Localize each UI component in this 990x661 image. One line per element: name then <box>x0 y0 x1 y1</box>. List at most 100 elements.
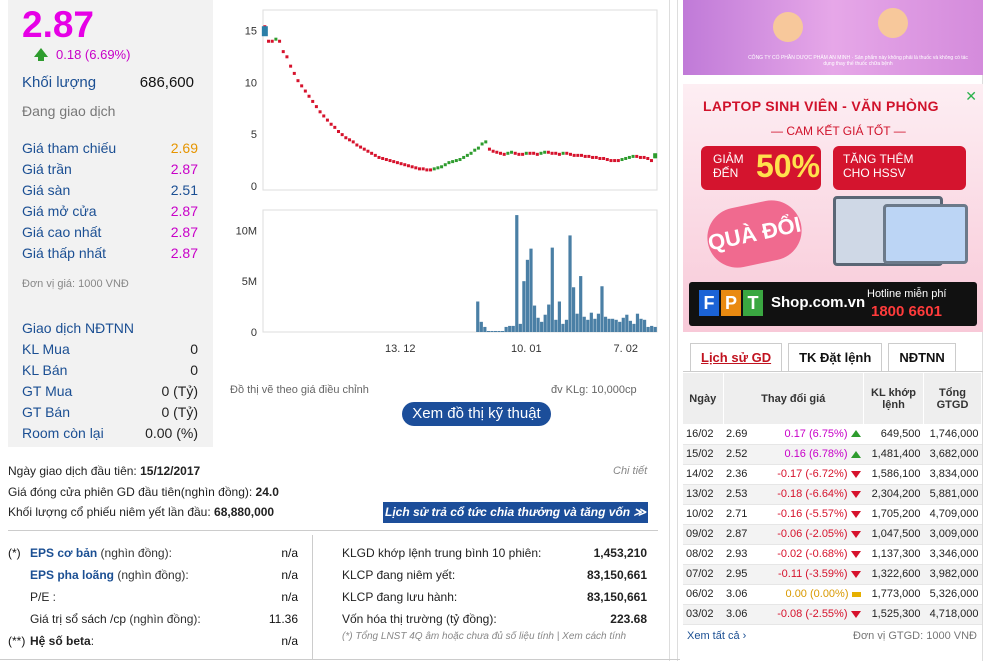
price-mark <box>631 154 635 158</box>
tab-order-stats[interactable]: TK Đặt lệnh <box>788 343 883 371</box>
history-volume: 1,322,600 <box>863 564 924 585</box>
history-price: 2.52 <box>723 444 764 465</box>
technical-chart-button[interactable]: Xem đồ thị kỹ thuật <box>402 402 551 426</box>
price-mark <box>609 159 613 163</box>
ad-banner-pharma[interactable]: CÔNG TY CỔ PHẦN DƯỢC PHẨM AN MINH · Sản … <box>683 0 983 75</box>
price-mark <box>616 159 620 163</box>
volume-bar <box>557 301 561 332</box>
ad-banner-fptshop[interactable]: ✕ LAPTOP SINH VIÊN - VĂN PHÒNG — CAM KẾT… <box>683 84 983 332</box>
volume-bar <box>511 325 515 332</box>
price-mark <box>554 151 558 155</box>
price-mark <box>362 147 366 151</box>
volume-bar <box>632 323 636 332</box>
col-change: Thay đổi giá <box>723 373 864 424</box>
volume-bar <box>621 317 625 332</box>
ref-row: Giá cao nhất 2.87 <box>22 224 198 245</box>
tab-trading-history[interactable]: Lịch sử GD <box>690 343 783 371</box>
stat-label: KLCP đang niêm yết: <box>342 568 456 582</box>
history-volume: 1,525,300 <box>863 604 924 625</box>
price-mark <box>406 164 410 168</box>
history-volume: 1,586,100 <box>863 464 924 485</box>
history-price: 3.06 <box>723 604 764 625</box>
stat-label-sub: (tỷ đồng): <box>442 612 497 626</box>
history-price: 2.69 <box>723 424 764 445</box>
volume-bar <box>568 235 572 332</box>
tab-foreign-investors[interactable]: NĐTNN <box>888 343 956 371</box>
price-mark <box>583 154 587 158</box>
volume-row: Khối lượng 686,600 <box>22 74 194 91</box>
volume-bar <box>646 326 650 332</box>
price-mark <box>550 151 554 155</box>
foreign-row: KL Mua 0 <box>22 341 198 362</box>
price-mark <box>594 155 598 159</box>
foreign-value: 0 (Tỷ) <box>161 404 198 420</box>
volume-bar <box>589 312 593 332</box>
see-all-link[interactable]: Xem tất cả › <box>687 630 746 642</box>
ref-label: Giá trần <box>22 161 72 177</box>
up-arrow-icon <box>850 450 861 458</box>
eps-name: P/E <box>30 590 50 604</box>
volume-bar <box>635 313 640 332</box>
dividend-history-button[interactable]: Lịch sử trả cổ tức chia thưởng và tăng v… <box>383 502 648 523</box>
eps-name: Hệ số beta <box>30 634 91 648</box>
history-change: -0.08 (-2.55%) <box>763 604 864 625</box>
bonus-line: CHO HSSV <box>843 166 906 180</box>
eps-value: n/a <box>281 546 298 560</box>
price-mark <box>289 64 293 68</box>
volume-bar <box>561 323 565 332</box>
down-arrow-icon <box>850 470 861 478</box>
history-date: 03/02 <box>683 604 723 625</box>
discount-percent: 50% <box>756 148 821 184</box>
table-row: 07/02 2.95 -0.11 (-3.59%) 1,322,600 3,982,00… <box>683 564 982 585</box>
history-volume: 2,304,200 <box>863 484 924 505</box>
ad-disclaimer: CÔNG TY CỔ PHẦN DƯỢC PHẨM AN MINH · Sản … <box>748 55 968 67</box>
price-mark <box>355 143 359 147</box>
history-value: 3,346,000 <box>923 544 982 565</box>
volume-bar <box>593 318 597 332</box>
price-mark <box>473 148 477 152</box>
price-mark <box>377 155 381 159</box>
up-arrow-icon <box>850 430 861 438</box>
price-mark <box>451 160 455 164</box>
table-row: 06/02 3.06 0.00 (0.00%) 1,773,000 5,326,000 <box>683 584 982 605</box>
history-volume: 1,705,200 <box>863 504 924 525</box>
history-body: 16/02 2.69 0.17 (6.75%) 649,500 1,746,000 15/… <box>683 424 982 625</box>
price-mark <box>278 39 282 43</box>
price-mark <box>605 158 609 162</box>
chart-note: Đồ thị vẽ theo giá điều chỉnh <box>230 384 369 396</box>
down-arrow-icon <box>850 610 861 618</box>
price-mark <box>329 122 333 126</box>
price-mark <box>521 152 525 156</box>
volume-bar <box>582 316 586 332</box>
ad-subtitle: — CAM KẾT GIÁ TỐT — <box>771 124 906 138</box>
up-arrow-icon <box>34 48 48 61</box>
ref-label: Giá cao nhất <box>22 224 102 240</box>
price-mark <box>524 151 528 155</box>
price-mark <box>465 153 469 157</box>
price-mark <box>627 155 631 159</box>
volume-x-tick: 7. 02 <box>613 343 637 355</box>
price-mark <box>322 114 326 118</box>
history-date: 06/02 <box>683 584 723 605</box>
volume-bar <box>579 276 583 332</box>
price-mark <box>499 151 503 155</box>
price-mark <box>348 138 352 142</box>
detail-link[interactable]: Chi tiết <box>613 465 647 477</box>
price-mark <box>602 156 606 160</box>
price-mark <box>440 165 444 169</box>
volume-bar <box>618 321 622 332</box>
volume-label: Khối lượng <box>22 74 97 91</box>
price-mark <box>281 50 285 54</box>
baby-mascot-icon <box>773 12 803 42</box>
table-row: 08/02 2.93 -0.02 (-0.68%) 1,137,300 3,346,00… <box>683 544 982 565</box>
eps-row: Giá trị sổ sách /cp (nghìn đồng): 11.36 <box>8 608 298 630</box>
foreign-value: 0 (Tỷ) <box>161 383 198 399</box>
stat-label: Vốn hóa thị trường (tỷ đồng): <box>342 612 497 626</box>
price-mark <box>429 168 433 172</box>
price-mark <box>333 125 337 129</box>
volume-value: 686,600 <box>139 74 194 91</box>
volume-bar <box>639 318 643 332</box>
price-mark <box>314 105 318 109</box>
price-y-tick: 10 <box>245 77 257 89</box>
stat-label: KLGD khớp lệnh trung bình 10 phiên: <box>342 546 542 560</box>
